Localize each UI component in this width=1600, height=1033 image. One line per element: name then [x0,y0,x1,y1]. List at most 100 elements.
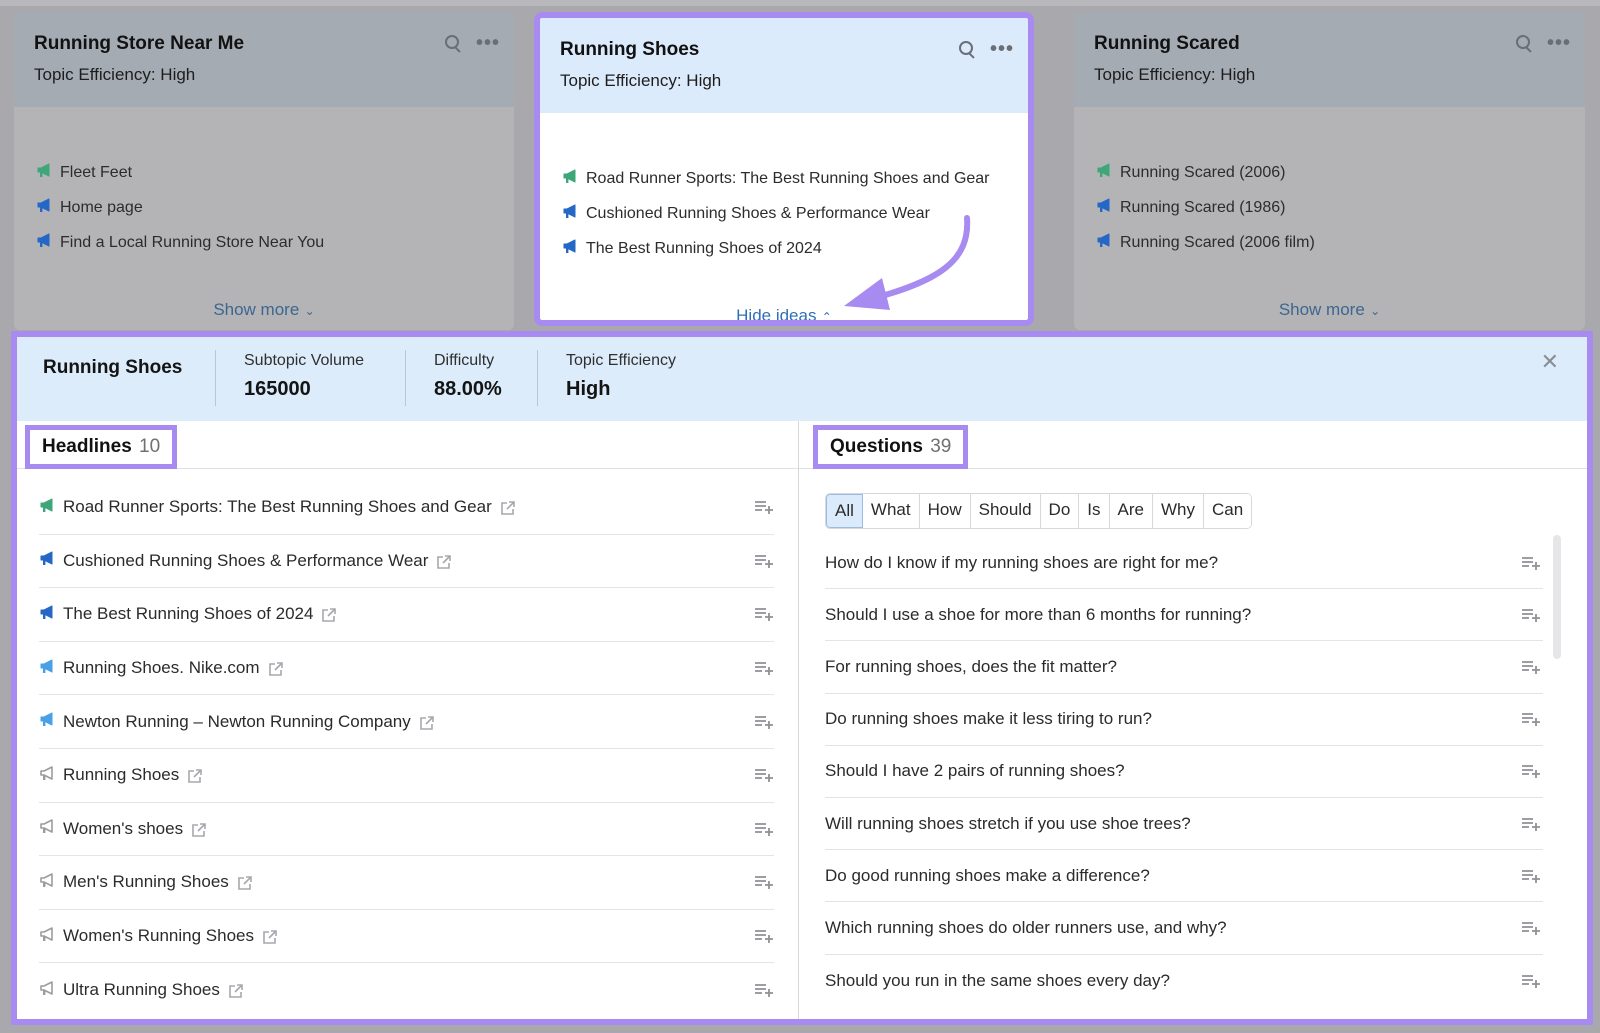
add-to-list-icon[interactable] [754,767,774,783]
idea-text: Home page [60,198,143,216]
top-edge [0,0,1600,6]
add-to-list-icon[interactable] [754,874,774,890]
external-link-icon[interactable] [228,983,244,999]
filter-what[interactable]: What [862,494,920,528]
card-subtitle: Topic Efficiency: High [560,71,722,90]
question-filter-group: All What How Should Do Is Are Why Can [825,493,1253,529]
more-options-icon[interactable]: ••• [476,33,500,53]
headline-row: Newton Running – Newton Running Company [39,695,774,749]
metric-label: Subtopic Volume [244,352,365,369]
question-text: Should I have 2 pairs of running shoes? [825,761,1125,781]
idea-item[interactable]: Fleet Feet [36,155,494,190]
add-to-list-icon[interactable] [1521,711,1541,727]
megaphone-blue-icon [39,550,55,571]
external-link-icon[interactable] [436,554,452,570]
add-to-list-icon[interactable] [1521,973,1541,989]
show-more-button[interactable]: Show more ⌄ [14,300,514,320]
add-to-list-icon[interactable] [1521,868,1541,884]
headlines-label: Headlines [42,436,132,457]
questions-tab[interactable]: Questions 39 [813,425,969,469]
add-to-list-icon[interactable] [1521,607,1541,623]
topic-detail-panel: Running Shoes Subtopic Volume 165000 Dif… [11,331,1593,1025]
metric-value: 88.00% [434,378,502,400]
card-tools: ••• [1515,33,1571,53]
filter-can[interactable]: Can [1203,494,1252,528]
megaphone-gray-icon [39,980,55,1001]
add-to-list-icon[interactable] [754,499,774,515]
close-icon[interactable]: ✕ [1541,349,1559,375]
external-link-icon[interactable] [419,715,435,731]
idea-text: Fleet Feet [60,163,133,181]
question-text: Do good running shoes make a difference? [825,865,1150,885]
filter-should[interactable]: Should [970,494,1041,528]
topic-card-running-scared[interactable]: Running Scared Topic Efficiency: High ••• R… [1074,12,1585,330]
questions-count: 39 [930,436,952,457]
question-text: How do I know if my running shoes are ri… [825,552,1219,572]
question-row: Do running shoes make it less tiring to … [825,694,1543,746]
filter-why[interactable]: Why [1152,494,1204,528]
external-link-icon[interactable] [187,768,203,784]
add-to-list-icon[interactable] [754,660,774,676]
add-to-list-icon[interactable] [1521,920,1541,936]
megaphone-blue-icon [562,203,578,224]
topic-card-running-store-near-me[interactable]: Running Store Near Me Topic Efficiency: H… [14,12,514,330]
add-to-list-icon[interactable] [754,982,774,998]
metric-subtopic-volume: Subtopic Volume 165000 [215,350,405,406]
footer-label: Show more [213,300,300,319]
headlines-tab[interactable]: Headlines 10 [25,425,178,469]
question-row: Should you run in the same shoes every d… [825,955,1543,1007]
idea-item[interactable]: Road Runner Sports: The Best Running Sho… [562,161,1008,196]
external-link-icon[interactable] [500,500,516,516]
filter-are[interactable]: Are [1109,494,1153,528]
questions-scrollbar[interactable] [1553,535,1561,659]
idea-item[interactable]: Find a Local Running Store Near You [36,225,494,260]
filter-do[interactable]: Do [1040,494,1080,528]
idea-text: Running Scared (2006 film) [1120,233,1315,251]
idea-item[interactable]: Running Scared (2006) [1096,155,1565,190]
search-icon[interactable] [958,40,976,58]
search-icon[interactable] [1515,34,1533,52]
idea-item[interactable]: Running Scared (1986) [1096,190,1565,225]
idea-item[interactable]: Running Scared (2006 film) [1096,225,1565,260]
more-options-icon[interactable]: ••• [990,39,1014,59]
headlines-count: 10 [139,436,161,457]
add-to-list-icon[interactable] [1521,816,1541,832]
hide-ideas-button[interactable]: Hide ideas ⌃ [540,306,1028,320]
topic-card-running-shoes[interactable]: Running Shoes Topic Efficiency: High ••• Ro… [534,12,1034,326]
filter-how[interactable]: How [919,494,971,528]
idea-item[interactable]: Home page [36,190,494,225]
chevron-up-icon: ⌃ [818,310,832,320]
external-link-icon[interactable] [268,661,284,677]
idea-item[interactable]: Cushioned Running Shoes & Performance We… [562,196,1008,231]
question-row: For running shoes, does the fit matter? [825,641,1543,694]
external-link-icon[interactable] [321,607,337,623]
add-to-list-icon[interactable] [1521,555,1541,571]
add-to-list-icon[interactable] [1521,659,1541,675]
question-text: Should you run in the same shoes every d… [825,970,1170,990]
show-more-button[interactable]: Show more ⌄ [1074,300,1585,320]
external-link-icon[interactable] [262,929,278,945]
add-to-list-icon[interactable] [754,928,774,944]
add-to-list-icon[interactable] [754,553,774,569]
headline-text: The Best Running Shoes of 2024 [63,604,314,624]
external-link-icon[interactable] [191,822,207,838]
megaphone-gray-icon [39,872,55,893]
headline-text: Cushioned Running Shoes & Performance We… [63,550,429,570]
search-icon[interactable] [444,34,462,52]
metric-label: Difficulty [434,352,495,369]
add-to-list-icon[interactable] [754,714,774,730]
headline-text: Newton Running – Newton Running Company [63,711,411,731]
add-to-list-icon[interactable] [754,606,774,622]
headlines-list: Road Runner Sports: The Best Running Sho… [17,469,798,1017]
filter-all[interactable]: All [826,494,863,528]
add-to-list-icon[interactable] [754,821,774,837]
question-row: Do good running shoes make a difference? [825,850,1543,903]
filter-is[interactable]: Is [1079,494,1110,528]
more-options-icon[interactable]: ••• [1547,33,1571,53]
megaphone-lightblue-icon [39,658,55,679]
add-to-list-icon[interactable] [1521,763,1541,779]
idea-item[interactable]: The Best Running Shoes of 2024 [562,231,1008,266]
card-tools: ••• [958,39,1014,59]
external-link-icon[interactable] [237,875,253,891]
metric-value: 165000 [244,378,311,400]
